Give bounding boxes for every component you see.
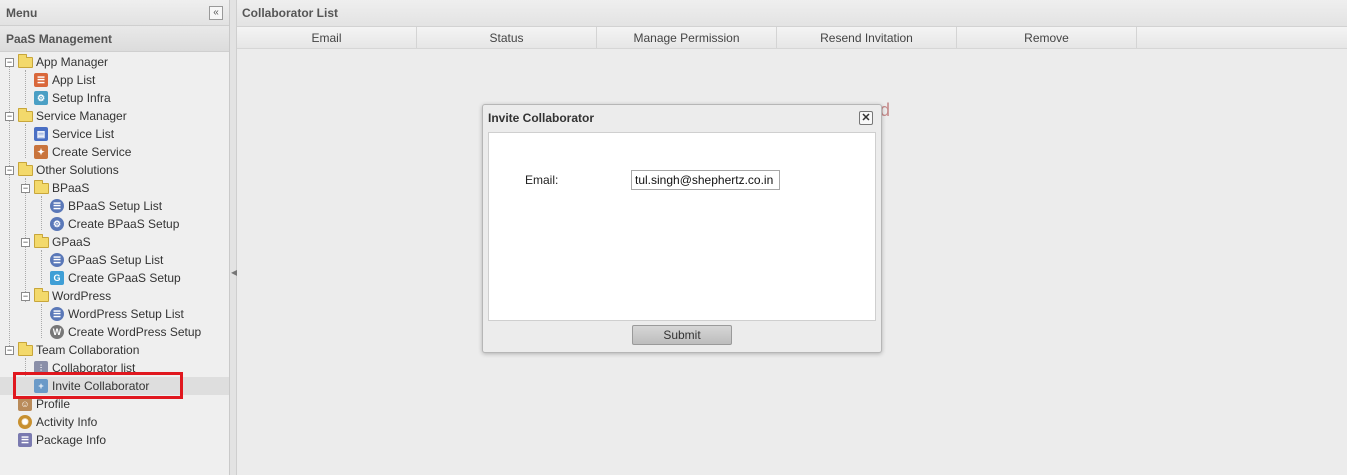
collapse-toggle-icon[interactable]: − bbox=[5, 111, 14, 121]
email-field[interactable] bbox=[631, 170, 780, 190]
tree-node-create-wordpress-setup[interactable]: W Create WordPress Setup bbox=[0, 323, 229, 341]
profile-icon: ☺ bbox=[17, 397, 33, 411]
tree-label: Create GPaaS Setup bbox=[68, 271, 181, 285]
column-header-resend-invitation[interactable]: Resend Invitation bbox=[777, 27, 957, 48]
list-icon: ☰ bbox=[49, 307, 65, 321]
tree-label: App Manager bbox=[36, 55, 109, 69]
tree-label: Create BPaaS Setup bbox=[68, 217, 180, 231]
package-info-icon: ☰ bbox=[17, 433, 33, 447]
tree-label: Create WordPress Setup bbox=[68, 325, 202, 339]
tree-node-wordpress[interactable]: − WordPress bbox=[0, 287, 229, 305]
service-list-icon: ▤ bbox=[33, 127, 49, 141]
close-icon[interactable]: ✕ bbox=[859, 111, 873, 125]
gpaas-icon: G bbox=[49, 271, 65, 285]
dialog-title-bar: Invite Collaborator ✕ bbox=[483, 105, 881, 131]
collapse-toggle-icon[interactable]: − bbox=[21, 183, 30, 193]
tree-label: Team Collaboration bbox=[36, 343, 140, 357]
folder-open-icon bbox=[33, 179, 49, 195]
panel-title: Collaborator List bbox=[237, 0, 1347, 27]
column-header-manage-permission[interactable]: Manage Permission bbox=[597, 27, 777, 48]
create-service-icon: ✦ bbox=[33, 145, 49, 159]
list-icon: ☰ bbox=[49, 199, 65, 213]
column-header-email[interactable]: Email bbox=[237, 27, 417, 48]
tree-node-activity-info[interactable]: ✺ Activity Info bbox=[0, 413, 229, 431]
tree-node-wordpress-setup-list[interactable]: ☰ WordPress Setup List bbox=[0, 305, 229, 323]
wordpress-icon: W bbox=[49, 325, 65, 339]
tree-node-service-list[interactable]: ▤ Service List bbox=[0, 125, 229, 143]
table-header: Email Status Manage Permission Resend In… bbox=[237, 27, 1347, 49]
tree-label: Activity Info bbox=[36, 415, 98, 429]
panel-splitter[interactable]: ◀ bbox=[230, 0, 237, 475]
activity-gear-icon: ✺ bbox=[17, 415, 33, 429]
tree-node-other-solutions[interactable]: − Other Solutions bbox=[0, 161, 229, 179]
collapse-toggle-icon[interactable]: − bbox=[5, 345, 14, 355]
tree-label: WordPress bbox=[52, 289, 112, 303]
tree-node-service-manager[interactable]: − Service Manager bbox=[0, 107, 229, 125]
tree-label: WordPress Setup List bbox=[68, 307, 184, 321]
tree-node-setup-infra[interactable]: ⚙ Setup Infra bbox=[0, 89, 229, 107]
tree-node-app-list[interactable]: ☰ App List bbox=[0, 71, 229, 89]
tree-node-app-manager[interactable]: − App Manager bbox=[0, 53, 229, 71]
collapse-toggle-icon[interactable]: − bbox=[21, 237, 30, 247]
dialog-footer: Submit bbox=[488, 321, 876, 349]
sidebar-menu: Menu « PaaS Management − App Manager ☰ A… bbox=[0, 0, 230, 475]
tree-label: GPaaS Setup List bbox=[68, 253, 164, 267]
column-header-status[interactable]: Status bbox=[417, 27, 597, 48]
tree-node-create-bpaas-setup[interactable]: ⚙ Create BPaaS Setup bbox=[0, 215, 229, 233]
tree-node-bpaas[interactable]: − BPaaS bbox=[0, 179, 229, 197]
folder-open-icon bbox=[17, 161, 33, 177]
gear-icon: ⚙ bbox=[33, 91, 49, 105]
app-list-icon: ☰ bbox=[33, 73, 49, 87]
invite-collaborator-dialog: Invite Collaborator ✕ Email: Submit bbox=[482, 104, 882, 353]
folder-open-icon bbox=[17, 107, 33, 123]
tree-node-gpaas[interactable]: − GPaaS bbox=[0, 233, 229, 251]
tree-label: Service List bbox=[52, 127, 115, 141]
dialog-body: Email: bbox=[488, 132, 876, 321]
tree-label: Other Solutions bbox=[36, 163, 119, 177]
folder-open-icon bbox=[33, 287, 49, 303]
menu-header: Menu « bbox=[0, 0, 229, 26]
tree-label: App List bbox=[52, 73, 96, 87]
gear-icon: ⚙ bbox=[49, 217, 65, 231]
dialog-title: Invite Collaborator bbox=[488, 111, 595, 125]
annotation-highlight-box bbox=[13, 372, 183, 399]
paas-management-header[interactable]: PaaS Management bbox=[0, 26, 229, 52]
collapse-toggle-icon[interactable]: − bbox=[5, 57, 14, 67]
menu-title: Menu bbox=[6, 5, 38, 20]
folder-open-icon bbox=[17, 341, 33, 357]
tree-node-bpaas-setup-list[interactable]: ☰ BPaaS Setup List bbox=[0, 197, 229, 215]
tree-label: Create Service bbox=[52, 145, 132, 159]
tree-label: Service Manager bbox=[36, 109, 127, 123]
column-header-remove[interactable]: Remove bbox=[957, 27, 1137, 48]
tree-label: Setup Infra bbox=[52, 91, 111, 105]
folder-open-icon bbox=[33, 233, 49, 249]
tree-node-create-service[interactable]: ✦ Create Service bbox=[0, 143, 229, 161]
collapse-toggle-icon[interactable]: − bbox=[21, 291, 30, 301]
tree-label: Profile bbox=[36, 397, 71, 411]
submit-button[interactable]: Submit bbox=[632, 325, 732, 345]
collapse-toggle-icon[interactable]: − bbox=[5, 165, 14, 175]
tree-node-gpaas-setup-list[interactable]: ☰ GPaaS Setup List bbox=[0, 251, 229, 269]
tree-label: BPaaS Setup List bbox=[68, 199, 163, 213]
tree-node-team-collaboration[interactable]: − Team Collaboration bbox=[0, 341, 229, 359]
collapse-menu-icon[interactable]: « bbox=[209, 5, 223, 20]
list-icon: ☰ bbox=[49, 253, 65, 267]
tree-label: BPaaS bbox=[52, 181, 90, 195]
folder-open-icon bbox=[17, 53, 33, 69]
tree-node-create-gpaas-setup[interactable]: G Create GPaaS Setup bbox=[0, 269, 229, 287]
email-label: Email: bbox=[525, 173, 559, 187]
tree-node-package-info[interactable]: ☰ Package Info bbox=[0, 431, 229, 449]
tree-label: Package Info bbox=[36, 433, 107, 447]
tree-label: GPaaS bbox=[52, 235, 91, 249]
